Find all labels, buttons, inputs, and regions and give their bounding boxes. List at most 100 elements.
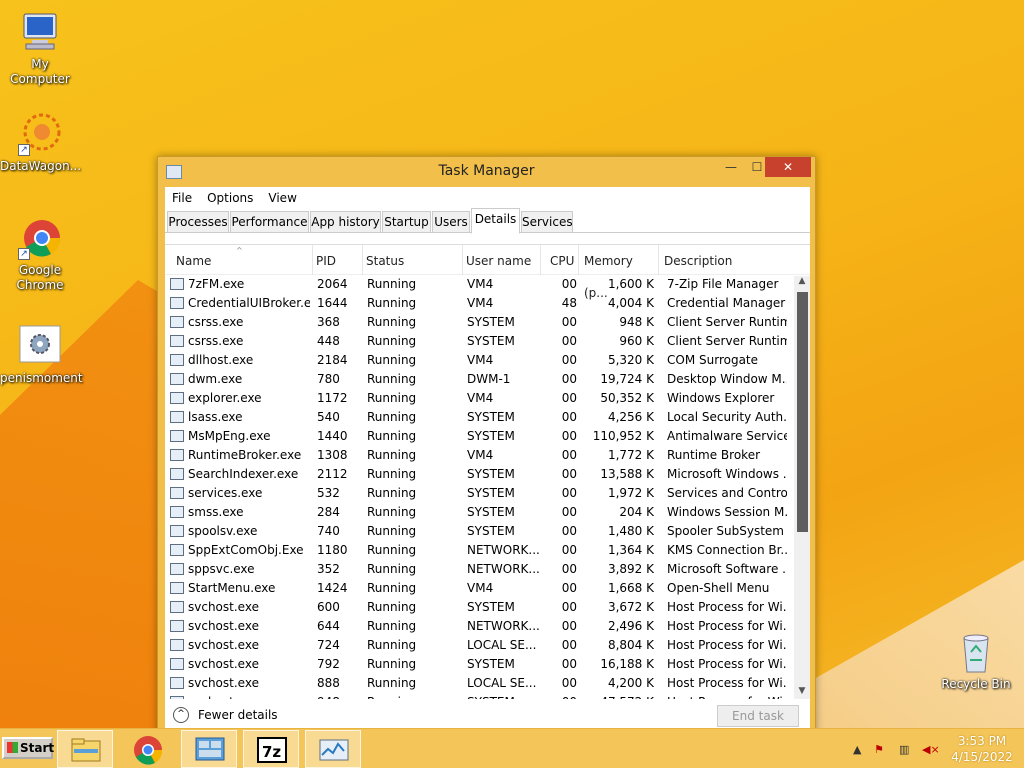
taskbar-7zip[interactable]: 7z xyxy=(243,730,299,768)
process-name: csrss.exe xyxy=(188,334,244,348)
vertical-scrollbar[interactable]: ▲ ▼ xyxy=(794,276,810,699)
process-memory: 13,588 K xyxy=(600,467,654,481)
process-description: Client Server Runtim... xyxy=(667,315,787,329)
process-user: SYSTEM xyxy=(467,505,515,519)
process-row[interactable]: dllhost.exe 2184 Running VM4 00 5,320 K COM Su… xyxy=(165,351,810,370)
scroll-down-arrow-icon[interactable]: ▼ xyxy=(794,686,810,699)
process-row[interactable]: spoolsv.exe 740 Running SYSTEM 00 1,480 K Spoo… xyxy=(165,522,810,541)
process-cpu: 00 xyxy=(561,543,577,557)
process-row[interactable]: lsass.exe 540 Running SYSTEM 00 4,256 K Local … xyxy=(165,408,810,427)
scroll-up-arrow-icon[interactable]: ▲ xyxy=(794,276,810,290)
column-user-name[interactable]: User name xyxy=(463,245,541,275)
process-row[interactable]: smss.exe 284 Running SYSTEM 00 204 K Windows S… xyxy=(165,503,810,522)
fewer-details-link[interactable]: ^ Fewer details xyxy=(173,707,278,723)
desktop-icon-label: Recycle Bin xyxy=(941,677,1011,691)
column-cpu[interactable]: CPU xyxy=(547,245,579,275)
process-row[interactable]: RuntimeBroker.exe 1308 Running VM4 00 1,772 K… xyxy=(165,446,810,465)
process-name: RuntimeBroker.exe xyxy=(188,448,302,462)
process-status: Running xyxy=(367,486,417,500)
7zip-icon xyxy=(170,275,186,294)
tab-performance[interactable]: Performance xyxy=(230,211,309,233)
file-explorer-icon xyxy=(170,389,186,408)
menu-file[interactable]: File xyxy=(172,191,192,205)
process-row[interactable]: 7zFM.exe 2064 Running VM4 00 1,600 K 7-Zip Fil… xyxy=(165,275,810,294)
process-row[interactable]: sppsvc.exe 352 Running NETWORK... 00 3,892 K M… xyxy=(165,560,810,579)
process-description: Open-Shell Menu xyxy=(667,581,770,595)
process-row[interactable]: services.exe 532 Running SYSTEM 00 1,972 K Ser… xyxy=(165,484,810,503)
taskbar-file-explorer[interactable] xyxy=(57,730,113,768)
process-row[interactable]: CredentialUIBroker.exe 1644 Running VM4 48 4,… xyxy=(165,294,810,313)
process-icon xyxy=(170,484,186,503)
tab-startup[interactable]: Startup xyxy=(382,211,431,233)
tab-app-history[interactable]: App history xyxy=(310,211,381,233)
desktop-icon-penismoment[interactable]: penismoment xyxy=(0,324,83,386)
volume-muted-icon[interactable]: ◀× xyxy=(922,743,940,756)
process-pid: 1180 xyxy=(317,543,348,557)
process-pid: 792 xyxy=(317,657,340,671)
process-user: NETWORK... xyxy=(467,619,540,633)
process-row[interactable]: SppExtComObj.Exe 1180 Running NETWORK... 00 1… xyxy=(165,541,810,560)
menu-view[interactable]: View xyxy=(268,191,296,205)
column-name[interactable]: Name xyxy=(173,245,313,275)
desktop-icon-my-computer[interactable]: My Computer xyxy=(0,10,80,87)
process-cpu: 00 xyxy=(561,448,577,462)
taskbar-control-panel[interactable] xyxy=(181,730,237,768)
process-row[interactable]: svchost.exe 600 Running SYSTEM 00 3,672 K Host… xyxy=(165,598,810,617)
show-hidden-icons-chevron-icon[interactable]: ▲ xyxy=(853,743,861,756)
process-row[interactable]: csrss.exe 448 Running SYSTEM 00 960 K Client S… xyxy=(165,332,810,351)
process-row[interactable]: svchost.exe 792 Running SYSTEM 00 16,188 K Hos… xyxy=(165,655,810,674)
menu-options[interactable]: Options xyxy=(207,191,253,205)
column-memory[interactable]: Memory (p... xyxy=(581,245,659,300)
process-memory: 5,320 K xyxy=(607,353,654,367)
process-row[interactable]: csrss.exe 368 Running SYSTEM 00 948 K Client S… xyxy=(165,313,810,332)
process-cpu: 00 xyxy=(561,638,577,652)
taskbar-clock[interactable]: 3:53 PM 4/15/2022 xyxy=(942,733,1022,765)
process-pid: 2112 xyxy=(317,467,348,481)
column-description[interactable]: Description xyxy=(661,245,791,275)
process-memory: 1,668 K xyxy=(607,581,654,595)
process-user: SYSTEM xyxy=(467,467,515,481)
column-pid[interactable]: PID xyxy=(313,245,363,275)
process-description: Antimalware Service... xyxy=(667,429,787,443)
start-button[interactable]: Start xyxy=(2,737,54,759)
action-center-flag-icon[interactable]: ⚑ xyxy=(874,743,884,756)
network-icon[interactable]: ▥ xyxy=(899,743,909,756)
taskbar-chrome[interactable] xyxy=(119,730,175,768)
taskbar-task-manager[interactable] xyxy=(305,730,361,768)
process-status: Running xyxy=(367,600,417,614)
tab-services[interactable]: Services xyxy=(521,211,573,233)
minimize-button[interactable]: — xyxy=(718,157,744,177)
control-panel-icon xyxy=(195,737,225,761)
process-row[interactable]: svchost.exe 888 Running LOCAL SE... 00 4,200 … xyxy=(165,674,810,693)
process-status: Running xyxy=(367,296,417,310)
process-description: Client Server Runtim... xyxy=(667,334,787,348)
process-row[interactable]: svchost.exe 724 Running LOCAL SE... 00 8,804 … xyxy=(165,636,810,655)
process-row[interactable]: SearchIndexer.exe 2112 Running SYSTEM 00 13,5… xyxy=(165,465,810,484)
process-status: Running xyxy=(367,467,417,481)
scrollbar-thumb[interactable] xyxy=(797,292,808,532)
process-row[interactable]: MsMpEng.exe 1440 Running SYSTEM 00 110,952 K A… xyxy=(165,427,810,446)
details-grid: ^ Name PID Status User name CPU Memory (… xyxy=(165,244,810,699)
tab-processes[interactable]: Processes xyxy=(167,211,229,233)
tab-details[interactable]: Details xyxy=(471,208,520,234)
column-status[interactable]: Status xyxy=(363,245,463,275)
process-row[interactable]: explorer.exe 1172 Running VM4 00 50,352 K Wind… xyxy=(165,389,810,408)
close-button[interactable]: ✕ xyxy=(765,157,811,177)
title-bar[interactable]: Task Manager — ☐ ✕ xyxy=(158,157,815,187)
process-pid: 888 xyxy=(317,676,340,690)
process-row[interactable]: dwm.exe 780 Running DWM-1 00 19,724 K Desktop … xyxy=(165,370,810,389)
desktop-icon-label: penismoment xyxy=(0,371,83,385)
process-cpu: 00 xyxy=(561,391,577,405)
process-pid: 740 xyxy=(317,524,340,538)
process-status: Running xyxy=(367,277,417,291)
process-cpu: 00 xyxy=(561,600,577,614)
process-row[interactable]: StartMenu.exe 1424 Running VM4 00 1,668 K Open… xyxy=(165,579,810,598)
process-name: MsMpEng.exe xyxy=(188,429,271,443)
desktop-icon-recycle-bin[interactable]: Recycle Bin xyxy=(936,630,1016,692)
end-task-button[interactable]: End task xyxy=(717,705,799,727)
tab-users[interactable]: Users xyxy=(432,211,470,233)
chevron-up-icon: ^ xyxy=(173,707,189,723)
desktop-icon-datawagon[interactable]: ↗ DataWagon... xyxy=(0,112,81,174)
desktop-icon-google-chrome[interactable]: ↗ Google Chrome xyxy=(0,216,80,293)
process-row[interactable]: svchost.exe 644 Running NETWORK... 00 2,496 K… xyxy=(165,617,810,636)
